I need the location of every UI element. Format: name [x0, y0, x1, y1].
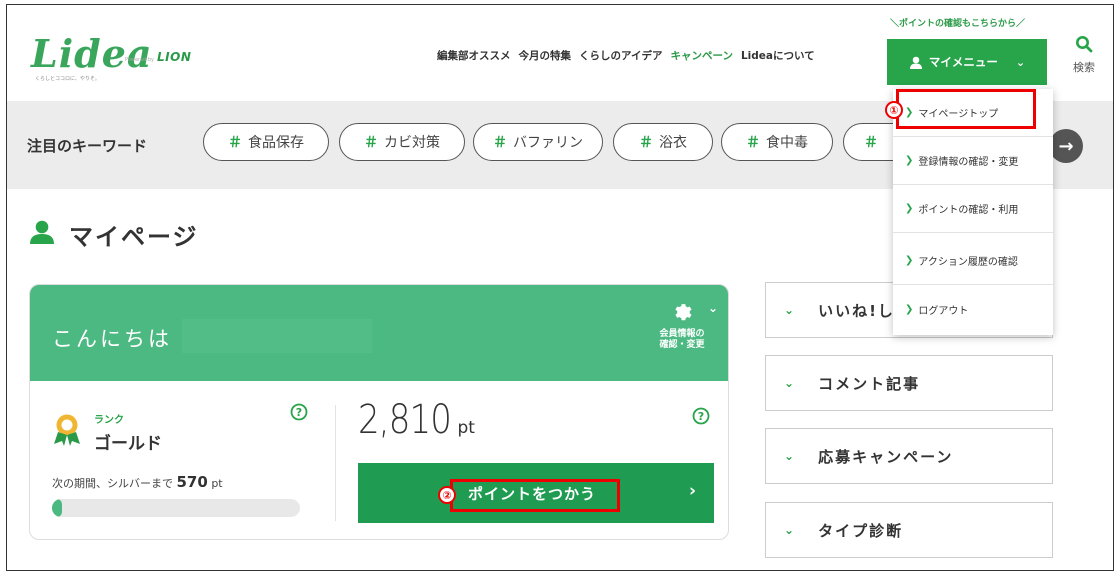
search-button[interactable]: 検索	[1064, 35, 1104, 75]
points-display: 2,810 pt	[358, 397, 475, 443]
search-label: 検索	[1073, 61, 1095, 74]
accordion-label: コメント記事	[818, 374, 921, 393]
menu-item-logout[interactable]: ❯ ログアウト	[893, 285, 1053, 333]
menu-item-points[interactable]: ❯ ポイントの確認・利用	[893, 185, 1053, 233]
keyword-pill[interactable]: ＃ 食中毒	[721, 123, 833, 161]
rank-name: ゴールド	[94, 434, 162, 454]
username-placeholder	[182, 319, 372, 353]
svg-text:?: ?	[296, 406, 302, 419]
rank-progress-fill	[52, 499, 62, 517]
page-title-text: マイページ	[69, 223, 199, 251]
menu-item-label: アクション履歴の確認	[918, 257, 1018, 268]
keyword-label: 食品保存	[248, 135, 304, 151]
keyword-label: 浴衣	[659, 135, 687, 151]
user-icon	[909, 56, 923, 69]
page-frame: Lidea くらしとココロに、やりそ。 Powered by LION 編集部オ…	[6, 4, 1114, 571]
chevron-down-icon: ⌄	[784, 449, 797, 463]
chevron-right-icon: ❯	[905, 255, 914, 266]
keyword-label: カビ対策	[384, 135, 440, 151]
keyword-label: バファリン	[513, 135, 583, 151]
logo-tagline: くらしとココロに、やりそ。	[35, 76, 100, 82]
annotation-box-2	[450, 479, 620, 512]
menu-item-action-history[interactable]: ❯ アクション履歴の確認	[893, 237, 1053, 285]
menu-item-registration[interactable]: ❯ 登録情報の確認・変更	[893, 137, 1053, 185]
menu-item-label: 登録情報の確認・変更	[918, 157, 1019, 168]
keyword-title: 注目のキーワード	[27, 137, 148, 155]
keyword-pill[interactable]: ＃ バファリン	[473, 123, 603, 161]
greeting-text: こんにちは	[52, 327, 172, 351]
card-divider	[335, 405, 336, 521]
chevron-right-icon: ❯	[905, 203, 914, 214]
chevron-down-icon: ⌄	[784, 303, 797, 317]
lion-logo: LION	[157, 50, 192, 64]
nav-item-about[interactable]: Lideaについて	[741, 48, 815, 63]
member-card: こんにちは 会員情報の 確認・変更 ⌄ ランク ゴールド ? 次の期間、シルバー…	[29, 284, 729, 540]
menu-item-label: ポイントの確認・利用	[918, 205, 1019, 216]
next-rank-text: 次の期間、シルバーまで 570 pt	[52, 473, 223, 491]
next-rank-value: 570	[176, 473, 208, 491]
hash-mark: ＃	[364, 135, 378, 151]
accordion-type-diagnosis[interactable]: ⌄ タイプ診断	[765, 502, 1053, 558]
main-nav: 編集部オススメ 今月の特集 くらしのアイデア キャンペーン Lideaについて	[437, 48, 815, 63]
my-menu-button[interactable]: マイメニュー ⌄	[887, 39, 1047, 85]
nav-item-life-ideas[interactable]: くらしのアイデア	[579, 48, 662, 63]
powered-by-text: Powered by	[125, 57, 154, 63]
chevron-right-icon: ❯	[905, 155, 914, 166]
hash-mark: ＃	[228, 135, 242, 151]
keyword-pill[interactable]: ＃ 浴衣	[613, 123, 713, 161]
chevron-right-icon: ❯	[905, 303, 914, 315]
chevron-right-icon: ›	[688, 481, 696, 501]
chevron-down-icon: ⌄	[708, 301, 719, 315]
lidea-logo[interactable]: Lidea	[31, 31, 153, 76]
point-note: ＼ポイントの確認もこちらから／	[890, 19, 1026, 29]
points-unit: pt	[457, 418, 475, 438]
site-header: Lidea くらしとココロに、やりそ。 Powered by LION 編集部オ…	[7, 5, 1113, 101]
rank-label: ランク	[94, 415, 124, 426]
help-icon[interactable]: ?	[692, 407, 710, 429]
member-card-header: こんにちは 会員情報の 確認・変更 ⌄	[30, 285, 728, 381]
arrow-right-icon[interactable]: →	[1049, 129, 1083, 163]
page-title: マイページ	[29, 217, 199, 252]
nav-item-editor-picks[interactable]: 編集部オススメ	[437, 48, 511, 63]
rank-progress-bar	[52, 499, 300, 517]
accordion-comments[interactable]: ⌄ コメント記事	[765, 355, 1053, 411]
accordion-label: タイプ診断	[818, 521, 904, 540]
chevron-down-icon: ⌄	[1015, 55, 1026, 69]
my-menu-label: マイメニュー	[928, 55, 998, 69]
accordion-label: いいね!し	[818, 301, 895, 320]
settings-label-line2: 確認・変更	[659, 340, 705, 350]
keyword-pill[interactable]: ＃ 食品保存	[203, 123, 329, 161]
settings-label-line1: 会員情報の	[659, 329, 705, 339]
svg-text:?: ?	[698, 410, 704, 423]
chevron-down-icon: ⌄	[784, 376, 797, 390]
next-rank-unit: pt	[211, 477, 223, 490]
points-value: 2,810	[358, 397, 452, 443]
accordion-campaigns[interactable]: ⌄ 応募キャンペーン	[765, 428, 1053, 484]
chevron-down-icon: ⌄	[784, 523, 797, 537]
search-icon	[1075, 36, 1093, 57]
annotation-number-1: ①	[885, 101, 903, 119]
next-rank-prefix: 次の期間、シルバーまで	[52, 477, 173, 490]
hash-mark: ＃	[639, 135, 653, 151]
annotation-number-2: ②	[438, 486, 456, 504]
keyword-label: 食中毒	[766, 135, 808, 151]
medal-icon	[52, 413, 82, 451]
nav-item-campaign[interactable]: キャンペーン	[670, 48, 732, 63]
help-icon[interactable]: ?	[290, 403, 308, 425]
hash-mark: ＃	[864, 135, 878, 151]
annotation-box-1	[896, 89, 1036, 129]
hash-mark: ＃	[746, 135, 760, 151]
user-icon	[29, 220, 55, 250]
hash-mark: ＃	[493, 135, 507, 151]
accordion-label: 応募キャンペーン	[818, 447, 954, 466]
nav-item-monthly-feature[interactable]: 今月の特集	[519, 48, 572, 63]
keyword-pill[interactable]: ＃ カビ対策	[339, 123, 465, 161]
menu-item-label: ログアウト	[918, 305, 969, 317]
rank-section: ランク ゴールド ? 次の期間、シルバーまで 570 pt	[30, 381, 330, 539]
